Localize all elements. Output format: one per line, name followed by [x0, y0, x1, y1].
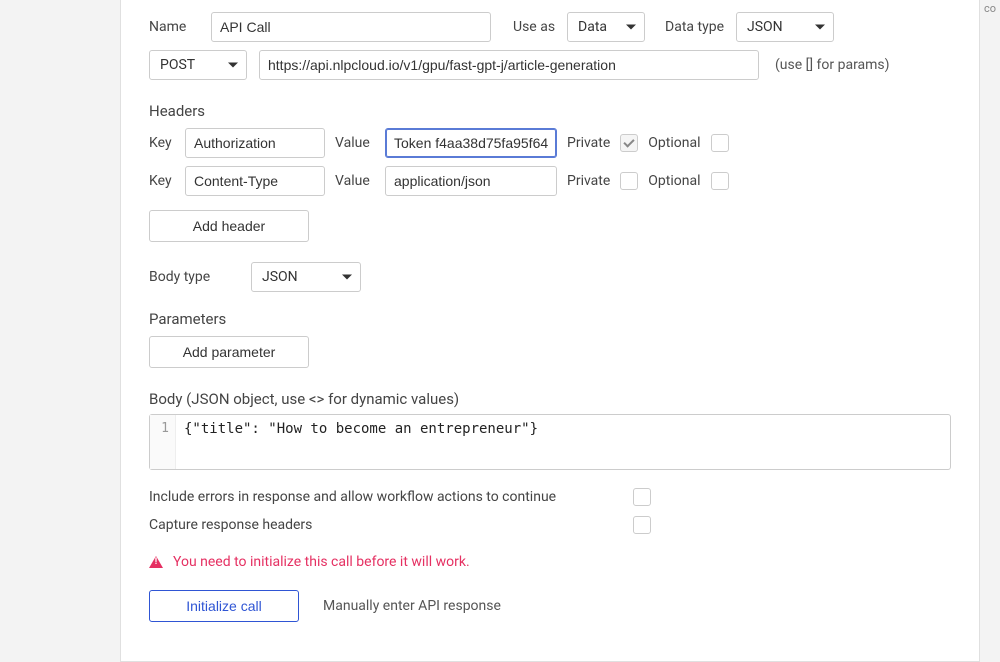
- http-method-select[interactable]: POST: [149, 50, 247, 80]
- capture-headers-label: Capture response headers: [149, 517, 619, 533]
- body-type-value: JSON: [262, 269, 298, 285]
- header-optional-checkbox[interactable]: [711, 134, 729, 152]
- header-optional-label: Optional: [648, 135, 700, 151]
- name-label: Name: [149, 19, 199, 35]
- warning-text: You need to initialize this call before …: [173, 554, 470, 570]
- header-key-label: Key: [149, 135, 175, 151]
- header-private-label: Private: [567, 135, 610, 151]
- header-optional-checkbox[interactable]: [711, 172, 729, 190]
- capture-headers-checkbox[interactable]: [633, 516, 651, 534]
- url-input[interactable]: [259, 50, 759, 80]
- data-type-select[interactable]: JSON: [736, 12, 834, 42]
- left-sidebar-placeholder: [0, 0, 100, 662]
- corner-fragment: co: [984, 2, 996, 15]
- include-errors-checkbox[interactable]: [633, 488, 651, 506]
- header-row: Key Value Private Optional: [149, 166, 951, 196]
- chevron-down-icon: [342, 275, 352, 280]
- add-parameter-button[interactable]: Add parameter: [149, 336, 309, 368]
- header-value-input[interactable]: [385, 128, 557, 158]
- body-type-select[interactable]: JSON: [251, 262, 361, 292]
- gutter: [100, 0, 120, 662]
- use-as-label: Use as: [513, 19, 555, 35]
- header-key-input[interactable]: [185, 166, 325, 196]
- api-call-editor-panel: Name Use as Data Data type JSON POST (us…: [120, 0, 980, 662]
- header-private-checkbox[interactable]: [620, 134, 638, 152]
- initialize-call-button[interactable]: Initialize call: [149, 590, 299, 622]
- header-value-input[interactable]: [385, 166, 557, 196]
- data-type-value: JSON: [747, 19, 783, 35]
- data-type-label: Data type: [665, 19, 724, 35]
- add-header-button[interactable]: Add header: [149, 210, 309, 242]
- header-private-label: Private: [567, 173, 610, 189]
- header-key-label: Key: [149, 173, 175, 189]
- code-line-number: 1: [150, 415, 176, 469]
- name-input[interactable]: [211, 12, 491, 42]
- header-value-label: Value: [335, 135, 375, 151]
- body-type-label: Body type: [149, 269, 239, 285]
- manual-entry-link[interactable]: Manually enter API response: [323, 598, 501, 614]
- chevron-down-icon: [626, 25, 636, 30]
- chevron-down-icon: [228, 63, 238, 68]
- header-key-input[interactable]: [185, 128, 325, 158]
- header-value-label: Value: [335, 173, 375, 189]
- use-as-value: Data: [578, 19, 607, 35]
- headers-section-title: Headers: [149, 102, 951, 120]
- body-json-content[interactable]: {"title": "How to become an entrepreneur…: [176, 415, 950, 469]
- parameters-section-title: Parameters: [149, 310, 951, 328]
- warning-icon: [149, 556, 163, 568]
- header-private-checkbox[interactable]: [620, 172, 638, 190]
- include-errors-label: Include errors in response and allow wor…: [149, 489, 619, 505]
- chevron-down-icon: [815, 25, 825, 30]
- body-json-editor[interactable]: 1 {"title": "How to become an entreprene…: [149, 414, 951, 470]
- header-row: Key Value Private Optional: [149, 128, 951, 158]
- http-method-value: POST: [160, 57, 195, 73]
- url-params-hint: (use [] for params): [775, 57, 890, 73]
- body-section-title: Body (JSON object, use <> for dynamic va…: [149, 390, 951, 408]
- use-as-select[interactable]: Data: [567, 12, 645, 42]
- initialize-warning: You need to initialize this call before …: [149, 554, 951, 570]
- header-optional-label: Optional: [648, 173, 700, 189]
